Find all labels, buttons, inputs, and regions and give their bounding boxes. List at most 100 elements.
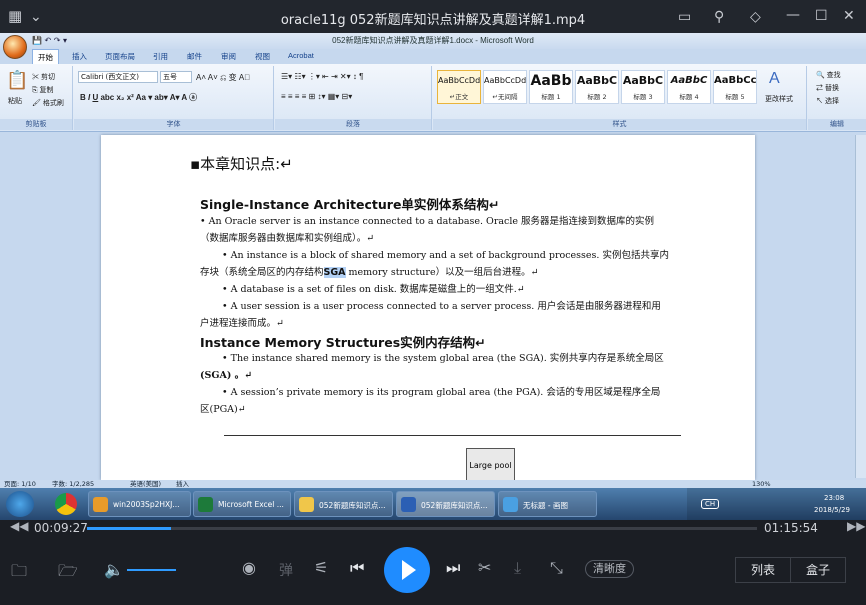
font-size-select[interactable]: 五号 xyxy=(160,71,192,83)
taskbar-item[interactable]: win2003Sp2HXJ... xyxy=(88,491,191,517)
tray-time: 23:08 xyxy=(824,494,845,502)
select-button[interactable]: ↖ 选择 xyxy=(816,96,839,106)
close-icon[interactable]: ✕ xyxy=(843,8,855,24)
styles-label: 样式 xyxy=(433,119,806,130)
section-title-2: Instance Memory Structures实例内存结构↵ xyxy=(200,335,486,350)
tab-view[interactable]: 视图 xyxy=(255,51,270,62)
fullscreen-icon[interactable]: ⤡ xyxy=(550,558,563,578)
status-page: 页面: 1/10 xyxy=(4,480,36,488)
tab-mailings[interactable]: 邮件 xyxy=(187,51,202,62)
doc-line: 区(PGA)↵ xyxy=(200,404,246,415)
video-title: oracle11g 052新题库知识点讲解及真题详解1.mp4 xyxy=(280,13,586,28)
play-icon xyxy=(402,560,416,580)
change-styles-icon[interactable]: A xyxy=(769,70,780,88)
video-frame-word-window: 052新题库知识点讲解及真题详解1.docx - Microsoft Word … xyxy=(0,33,866,488)
rewind-icon[interactable]: ◀◀ xyxy=(10,519,28,533)
vertical-scrollbar[interactable] xyxy=(855,135,866,478)
start-button-icon[interactable] xyxy=(6,491,34,517)
document-page[interactable]: ▪本章知识点:↵ Single-Instance Architecture单实例… xyxy=(101,135,755,483)
quick-access-toolbar[interactable]: 💾 ↶ ↷ ▾ xyxy=(32,36,67,45)
doc-line: • An instance is a block of shared memor… xyxy=(222,250,669,261)
tab-page-layout[interactable]: 页面布局 xyxy=(105,51,135,62)
volume-icon[interactable]: 🔈 xyxy=(104,560,124,579)
settings-sliders-icon[interactable]: ⚟ xyxy=(314,558,328,577)
tab-review[interactable]: 审阅 xyxy=(221,51,236,62)
taskbar-item[interactable]: 052新题库知识点... xyxy=(294,491,393,517)
pin-icon[interactable]: ⚲ xyxy=(714,9,724,25)
status-words: 字数: 1/2,285 xyxy=(52,480,95,488)
word-title: 052新题库知识点讲解及真题详解1.docx - Microsoft Word xyxy=(0,33,866,49)
align-buttons[interactable]: ≡ ≡ ≡ ≡ ⊞ ↕▾ ▦▾ ⊟▾ xyxy=(281,92,352,101)
find-button[interactable]: 🔍 查找 xyxy=(816,70,841,80)
format-painter-button[interactable]: 🖌 格式刷 xyxy=(32,98,64,108)
font-group: Calibri (西文正文) 五号 A˄ A˅ ⎌ 变 A⃞ B I U abc… xyxy=(74,66,274,130)
taskbar-item[interactable]: Microsoft Excel ... xyxy=(193,491,291,517)
chrome-icon[interactable] xyxy=(55,493,77,515)
paragraph-label: 段落 xyxy=(275,119,431,130)
format-buttons[interactable]: B I U abc x₂ x² Aa ▾ ab▾ A▾ A ⓐ xyxy=(80,92,197,103)
taskbar-item[interactable]: 052新题库知识点... xyxy=(396,491,495,517)
doc-line: • The instance shared memory is the syst… xyxy=(222,353,664,364)
scissors-icon[interactable]: ✂ xyxy=(478,558,491,577)
tab-references[interactable]: 引用 xyxy=(153,51,168,62)
doc-line: • A session’s private memory is its prog… xyxy=(222,387,661,398)
clipboard-group: 📋 粘贴 ✂ 剪切 ⎘ 复制 🖌 格式刷 剪贴板 xyxy=(0,66,73,130)
style-heading-5[interactable]: AaBbCc 标题 5 xyxy=(713,70,757,104)
download-icon[interactable]: ⤓ xyxy=(514,558,521,578)
tab-insert[interactable]: 插入 xyxy=(72,51,87,62)
doc-line: 户进程连接而成。↵ xyxy=(200,318,284,329)
editing-label: 编辑 xyxy=(808,119,866,130)
progress-fill xyxy=(87,527,171,530)
tab-home[interactable]: 开始 xyxy=(32,49,59,64)
paragraph-group: ☰▾ ☷▾ ⋮▾ ⇤ ⇥ ✕▾ ↕ ¶ ≡ ≡ ≡ ≡ ⊞ ↕▾ ▦▾ ⊟▾ 段… xyxy=(275,66,432,130)
copy-button[interactable]: ⎘ 复制 xyxy=(32,85,54,95)
selected-text: SGA xyxy=(323,267,346,278)
tab-acrobat[interactable]: Acrobat xyxy=(288,51,314,60)
fast-forward-icon[interactable]: ▶▶ xyxy=(847,519,865,533)
tray-date: 2018/5/29 xyxy=(814,506,850,514)
progress-bar[interactable] xyxy=(87,527,757,530)
minimize-icon[interactable]: — xyxy=(786,7,800,23)
font-name-select[interactable]: Calibri (西文正文) xyxy=(78,71,158,83)
paste-icon[interactable]: 📋 xyxy=(6,70,28,91)
player-controls: ◀◀ 00:09:27 01:15:54 ▶▶ 🗀 🗁 🔈 ◉ 弹 ⚟ ⏮ ⏭ … xyxy=(0,519,866,605)
chapter-heading: ▪本章知识点:↵ xyxy=(190,155,293,173)
folder-icon[interactable]: 🗁 xyxy=(58,560,78,587)
eye-icon[interactable]: ◉ xyxy=(242,558,256,577)
briefcase-icon[interactable]: 🗀 xyxy=(11,560,27,587)
volume-slider[interactable] xyxy=(127,569,176,571)
large-pool-box: Large pool xyxy=(466,448,515,483)
change-styles-button[interactable]: 更改样式 xyxy=(765,94,793,104)
box-button[interactable]: 盒子 xyxy=(790,557,846,583)
paste-label[interactable]: 粘贴 xyxy=(8,96,22,106)
style-heading-4[interactable]: AaBbC 标题 4 xyxy=(667,70,711,104)
style-no-spacing[interactable]: AaBbCcDd ↵无间隔 xyxy=(483,70,527,104)
clipboard-label: 剪贴板 xyxy=(0,119,72,130)
play-button[interactable] xyxy=(384,547,430,593)
font-size-buttons[interactable]: A˄ A˅ ⎌ 变 A⃞ xyxy=(196,72,250,83)
next-icon[interactable]: ⏭ xyxy=(446,558,460,578)
doc-line: • A database is a set of files on disk. … xyxy=(222,284,525,295)
status-language: 英语(美国) xyxy=(130,480,162,488)
list-buttons[interactable]: ☰▾ ☷▾ ⋮▾ ⇤ ⇥ ✕▾ ↕ ¶ xyxy=(281,72,363,81)
system-tray: CH 23:08 2018/5/29 xyxy=(687,488,866,520)
quality-button[interactable]: 清晰度 xyxy=(585,560,634,578)
danmu-button[interactable]: 弹 xyxy=(279,560,293,580)
previous-icon[interactable]: ⏮ xyxy=(350,558,364,578)
style-heading-1[interactable]: AaBb 标题 1 xyxy=(529,70,573,104)
editing-group: 🔍 查找 ⇄ 替换 ↖ 选择 编辑 xyxy=(808,66,866,130)
style-normal[interactable]: AaBbCcDd ↵正文 xyxy=(437,70,481,104)
cut-button[interactable]: ✂ 剪切 xyxy=(32,72,55,82)
styles-group: AaBbCcDd ↵正文 AaBbCcDd ↵无间隔 AaBb 标题 1 AaBbC 标… xyxy=(433,66,807,130)
playlist-button[interactable]: 列表 xyxy=(735,557,791,583)
maximize-icon[interactable]: ☐ xyxy=(815,8,828,24)
style-heading-3[interactable]: AaBbC 标题 3 xyxy=(621,70,665,104)
replace-button[interactable]: ⇄ 替换 xyxy=(816,83,839,93)
style-heading-2[interactable]: AaBbC 标题 2 xyxy=(575,70,619,104)
taskbar-item[interactable]: 无标题 - 画图 xyxy=(498,491,597,517)
doc-line: • A user session is a user process conne… xyxy=(222,301,661,312)
ribbon-tabs: 开始 插入 页面布局 引用 邮件 审阅 视图 Acrobat xyxy=(0,49,866,64)
ime-indicator[interactable]: CH xyxy=(701,499,720,509)
screen-icon[interactable]: ▭ xyxy=(678,9,691,25)
skin-icon[interactable]: ◇ xyxy=(750,9,761,25)
